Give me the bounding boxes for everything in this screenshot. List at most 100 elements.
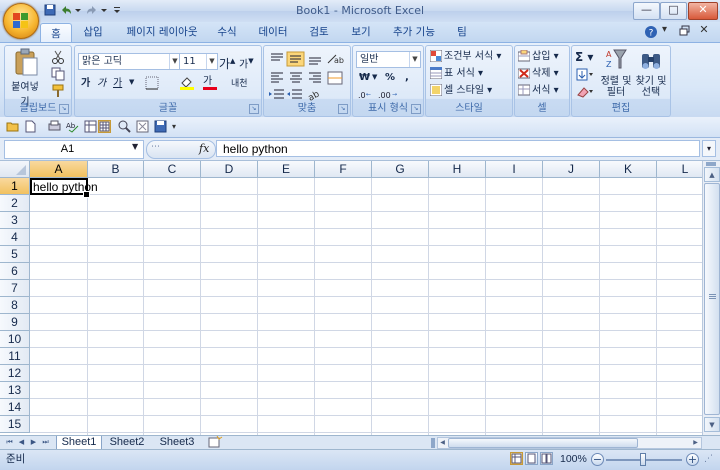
row-header[interactable]: 9: [0, 314, 30, 331]
scroll-right-icon[interactable]: ▶: [691, 438, 700, 448]
clear-icon[interactable]: [576, 85, 594, 99]
find-select-button[interactable]: 찾기 및 선택: [634, 48, 668, 100]
close-button[interactable]: ✕: [688, 2, 718, 20]
freeze-panes-icon[interactable]: [84, 120, 97, 133]
normal-view-icon[interactable]: [510, 452, 523, 465]
formula-input[interactable]: hello python: [216, 140, 700, 157]
conditional-format-button[interactable]: 조건부 서식 ▾: [429, 49, 510, 65]
tab-formulas[interactable]: 수식: [210, 22, 244, 42]
undo-dropdown-icon[interactable]: [74, 4, 82, 18]
column-header[interactable]: F: [315, 161, 372, 178]
tab-team[interactable]: 팀: [448, 22, 476, 42]
column-header[interactable]: D: [201, 161, 258, 178]
vertical-scrollbar[interactable]: ▲ ▼: [702, 161, 720, 435]
row-header[interactable]: 11: [0, 348, 30, 365]
print-preview-icon[interactable]: [48, 120, 61, 133]
spelling-icon[interactable]: Ab: [66, 120, 79, 133]
split-box[interactable]: [706, 162, 716, 166]
zoom-level[interactable]: 100%: [560, 450, 587, 469]
tab-split-handle[interactable]: [431, 438, 435, 448]
alignment-launcher-icon[interactable]: ↘: [338, 104, 348, 114]
prev-sheet-icon[interactable]: ◀: [16, 437, 27, 448]
select-all-corner[interactable]: [0, 161, 30, 178]
maximize-button[interactable]: □: [660, 2, 687, 20]
copy-icon[interactable]: [51, 67, 65, 81]
scroll-left-icon[interactable]: ◀: [438, 438, 447, 448]
borders-icon[interactable]: [145, 76, 161, 90]
tab-data[interactable]: 데이터: [250, 22, 296, 42]
customize-qat-icon[interactable]: [112, 4, 122, 18]
indent-buttons[interactable]: ab: [268, 88, 348, 104]
row-header[interactable]: 8: [0, 297, 30, 314]
delete-cells-button[interactable]: 삭제 ▾: [517, 66, 568, 82]
row-header[interactable]: 10: [0, 331, 30, 348]
font-color-button[interactable]: 가: [203, 74, 217, 90]
tab-view[interactable]: 보기: [344, 22, 378, 42]
zoom-slider-thumb[interactable]: [640, 453, 646, 466]
horizontal-scrollbar[interactable]: ◀ ▶: [437, 437, 702, 449]
currency-button[interactable]: ₩: [359, 70, 373, 86]
row-header[interactable]: 5: [0, 246, 30, 263]
horizontal-align-buttons[interactable]: [268, 70, 348, 86]
insert-cells-button[interactable]: 삽입 ▾: [517, 49, 568, 65]
insert-sheet-icon[interactable]: [206, 435, 224, 449]
percent-button[interactable]: %: [385, 70, 397, 86]
save-icon[interactable]: [44, 4, 56, 18]
worksheet-grid[interactable]: A B C D E F G H I J K L 1 2 3 4 5 6 7 8 …: [0, 161, 702, 435]
resize-grip-icon[interactable]: ⋰: [704, 454, 716, 466]
fill-handle[interactable]: [83, 191, 90, 198]
scroll-down-icon[interactable]: ▼: [704, 417, 720, 432]
column-header[interactable]: E: [258, 161, 315, 178]
column-header[interactable]: B: [88, 161, 144, 178]
autosum-icon[interactable]: Σ ▾: [575, 49, 597, 65]
tab-home[interactable]: 홈: [40, 23, 72, 44]
minimize-button[interactable]: —: [633, 2, 660, 20]
sheet-tab-sheet2[interactable]: Sheet2: [104, 436, 150, 449]
row-header[interactable]: 12: [0, 365, 30, 382]
zoom-in-icon[interactable]: +: [686, 453, 699, 466]
row-header[interactable]: 6: [0, 263, 30, 280]
sheet-tab-sheet3[interactable]: Sheet3: [154, 436, 200, 449]
currency-dropdown-icon[interactable]: ▼: [372, 73, 379, 81]
column-header[interactable]: L: [657, 161, 702, 178]
underline-button[interactable]: 가: [113, 76, 127, 92]
clipboard-launcher-icon[interactable]: ↘: [59, 104, 69, 114]
fill-icon[interactable]: [576, 68, 594, 82]
cell-styles-button[interactable]: 셀 스타일 ▾: [429, 83, 510, 99]
new-document-icon[interactable]: [24, 120, 37, 133]
column-header[interactable]: G: [372, 161, 429, 178]
first-sheet-icon[interactable]: ⏮: [4, 437, 15, 448]
number-format-combo[interactable]: 일반 ▼: [356, 51, 421, 68]
page-layout-view-icon[interactable]: [525, 452, 538, 465]
row-header[interactable]: 2: [0, 195, 30, 212]
restore-window-icon[interactable]: [679, 25, 691, 37]
paste-button[interactable]: 붙여넣기: [8, 48, 42, 108]
comma-button[interactable]: ,: [405, 70, 415, 86]
row-header[interactable]: 3: [0, 212, 30, 229]
cell-a1[interactable]: hello python: [30, 178, 98, 195]
qat-more-icon[interactable]: ▾: [172, 120, 185, 133]
tab-page-layout[interactable]: 페이지 레이아웃: [116, 22, 208, 42]
undo-icon[interactable]: [60, 4, 72, 18]
row-header[interactable]: 7: [0, 280, 30, 297]
insert-function-icon[interactable]: fx: [199, 142, 209, 155]
clear-all-icon[interactable]: [136, 120, 149, 133]
format-cells-button[interactable]: 서식 ▾: [517, 83, 568, 99]
name-box[interactable]: A1 ▼: [4, 140, 144, 159]
zoom-out-icon[interactable]: −: [591, 453, 604, 466]
horizontal-scroll-thumb[interactable]: [448, 438, 638, 448]
office-button[interactable]: [3, 3, 39, 39]
sort-filter-button[interactable]: AZ 정렬 및 필터: [598, 48, 634, 100]
font-name-combo[interactable]: 맑은 고딕 ▼: [78, 53, 181, 70]
font-size-combo[interactable]: 11 ▼: [179, 53, 218, 70]
tab-review[interactable]: 검토: [302, 22, 336, 42]
close-workbook-icon[interactable]: ✕: [697, 23, 711, 37]
format-painter-icon[interactable]: [51, 84, 65, 98]
zoom-icon[interactable]: [118, 120, 131, 133]
row-header[interactable]: 15: [0, 416, 30, 433]
gridlines-icon[interactable]: [98, 120, 111, 133]
column-header[interactable]: J: [543, 161, 600, 178]
scroll-up-icon[interactable]: ▲: [704, 167, 720, 182]
scroll-thumb[interactable]: [704, 183, 720, 415]
help-icon[interactable]: ?: [644, 25, 658, 39]
